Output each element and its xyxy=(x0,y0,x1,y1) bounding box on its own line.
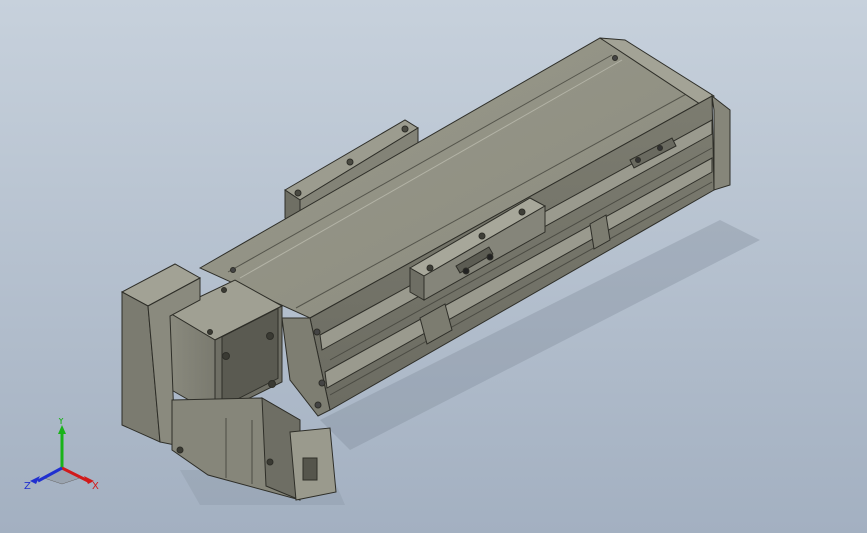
y-axis-label: Y xyxy=(57,418,65,427)
z-axis-label: Z xyxy=(24,481,31,492)
linear-actuator-model[interactable] xyxy=(0,0,867,533)
x-axis-label: X xyxy=(92,481,99,492)
cad-viewport[interactable]: Y X Z xyxy=(0,0,867,533)
axis-triad[interactable]: Y X Z xyxy=(22,418,112,498)
